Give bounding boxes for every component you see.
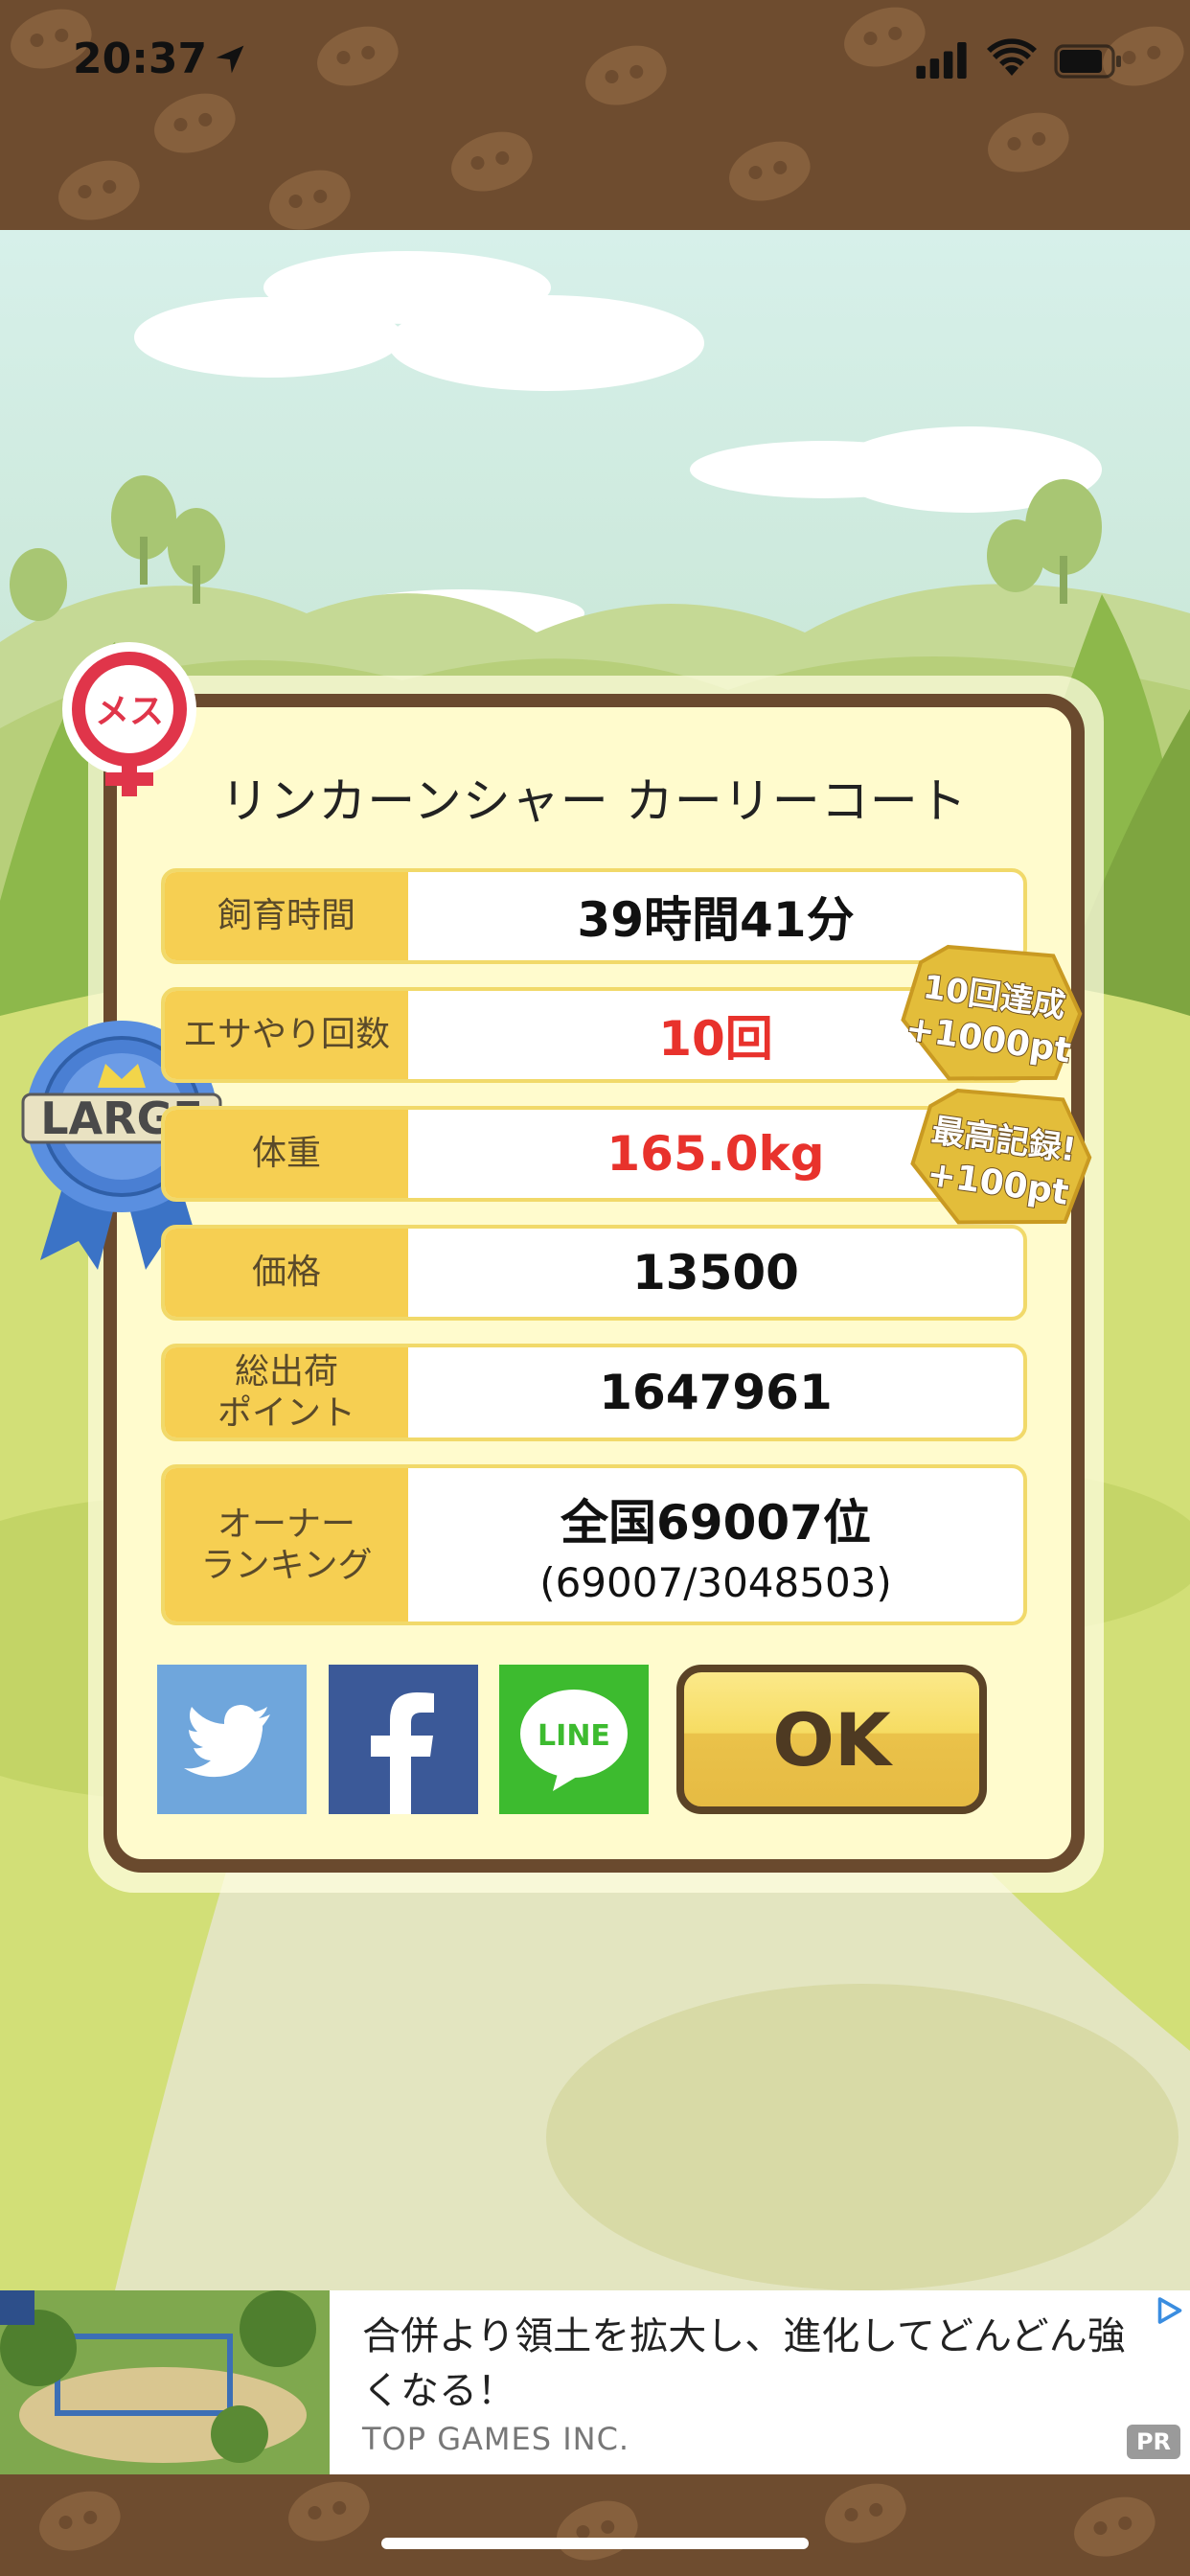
row-label: エサやり回数 [165, 991, 408, 1079]
ranking-detail: (69007/3048503) [539, 1558, 892, 1606]
record-bonus-badge: 最高記録! +100pt [910, 1088, 1092, 1225]
svg-text:メス: メス [95, 692, 164, 731]
row-total-shipping-points: 総出荷 ポイント 1647961 [161, 1344, 1027, 1441]
row-label: 価格 [165, 1229, 408, 1317]
ad-choices-icon[interactable] [1156, 2296, 1184, 2325]
ad-headline[interactable]: 合併より領土を拡大し、進化してどんどん強くなる！ [362, 2310, 1157, 2419]
row-price: 価格 13500 [161, 1225, 1027, 1321]
row-weight: 体重 165.0kg [161, 1106, 1027, 1202]
home-indicator[interactable] [381, 2538, 809, 2549]
line-share-button[interactable]: LINE [499, 1665, 649, 1814]
row-breeding-time: 飼育時間 39時間41分 [161, 868, 1027, 964]
line-icon: LINE [520, 1690, 628, 1791]
status-time: 20:37 [73, 34, 208, 83]
row-label: オーナー ランキング [165, 1468, 408, 1622]
female-gender-badge: メス [62, 642, 196, 796]
location-arrow-icon [216, 45, 244, 74]
row-value: 1647961 [599, 1365, 833, 1420]
row-label: 飼育時間 [165, 872, 408, 960]
row-label: 体重 [165, 1110, 408, 1198]
bottom-pattern-band [0, 2474, 1190, 2576]
ok-button[interactable]: OK [676, 1665, 987, 1814]
ad-thumbnail-image[interactable] [0, 2290, 330, 2474]
facebook-share-button[interactable] [329, 1665, 478, 1814]
twitter-share-button[interactable] [157, 1665, 307, 1814]
facebook-f-icon [371, 1692, 434, 1814]
cellular-signal-icon [916, 42, 967, 79]
battery-icon [1054, 44, 1121, 79]
ad-banner[interactable]: 合併より領土を拡大し、進化してどんどん強くなる！ TOP GAMES INC. … [0, 2290, 1190, 2474]
pig-name: リンカーンシャー カーリーコート [220, 773, 968, 829]
ad-pr-badge: PR [1127, 2425, 1180, 2459]
wifi-icon [987, 38, 1037, 76]
ranking-value: 全国69007位 [561, 1494, 871, 1551]
ok-button-label: OK [772, 1696, 891, 1782]
twitter-bird-icon [184, 1705, 270, 1778]
row-value-group: 全国69007位 (69007/3048503) [408, 1468, 1023, 1622]
feeding-bonus-badge: 10回達成 +1000pt [901, 944, 1083, 1081]
row-label: 総出荷 ポイント [165, 1347, 408, 1438]
svg-text:LINE: LINE [538, 1719, 610, 1753]
ad-advertiser[interactable]: TOP GAMES INC. [362, 2421, 629, 2457]
row-owner-ranking: オーナー ランキング 全国69007位 (69007/3048503) [161, 1464, 1027, 1625]
row-value: 13500 [632, 1245, 799, 1300]
